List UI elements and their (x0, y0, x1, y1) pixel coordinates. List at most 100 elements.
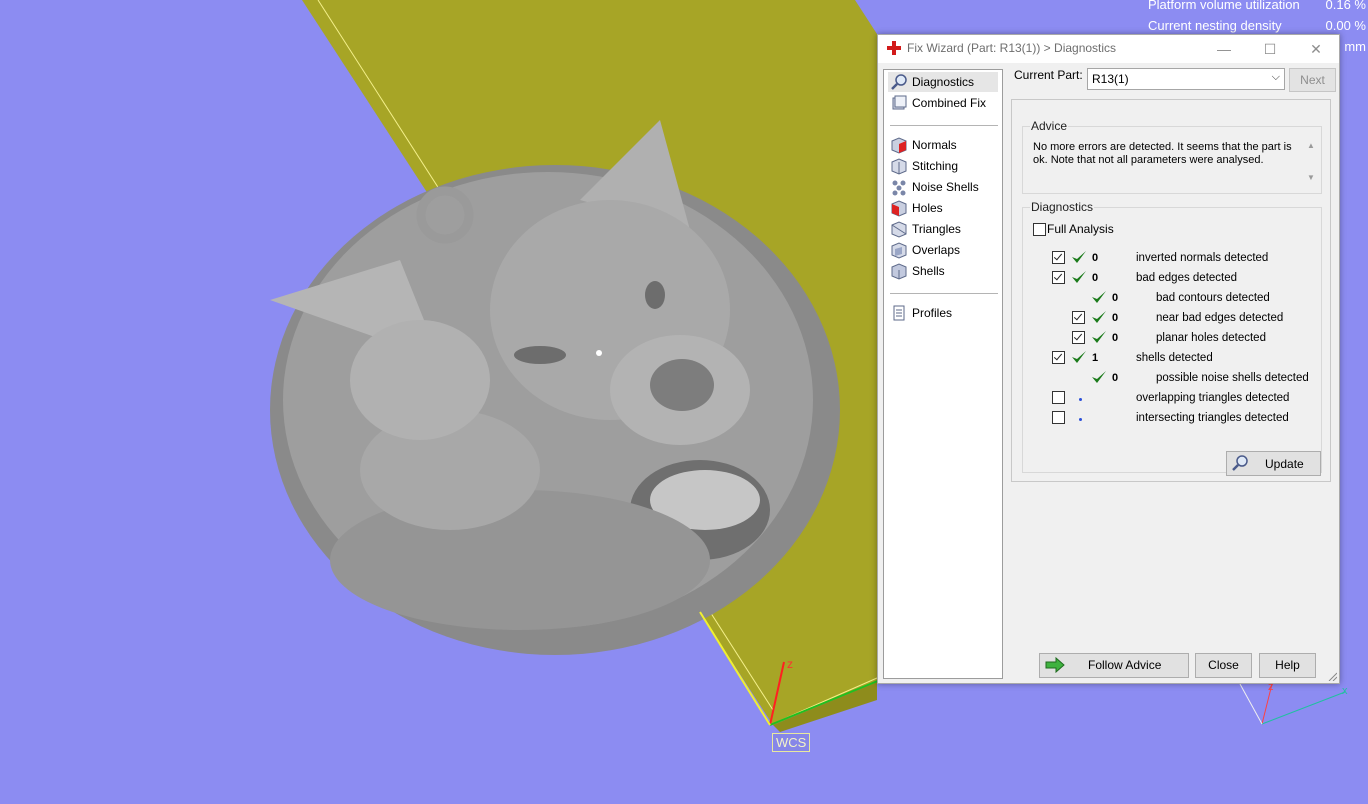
diagnostic-count: 1 (1092, 352, 1099, 364)
update-button[interactable]: Update (1226, 451, 1321, 476)
profiles-icon (893, 305, 905, 321)
dialog-titlebar[interactable]: Fix Wizard (Part: R13(1)) > Diagnostics … (878, 35, 1339, 63)
diagnostic-checkbox[interactable] (1052, 271, 1065, 284)
full-analysis-checkbox[interactable] (1033, 223, 1046, 236)
diagnostic-text: intersecting triangles detected (1136, 412, 1289, 424)
nav-label: Shells (912, 264, 945, 278)
current-part-label: Current Part: (1014, 68, 1083, 82)
check-mark-icon (1092, 291, 1106, 303)
nav-item-stitching[interactable]: Stitching (888, 156, 998, 176)
triangles-icon (891, 221, 907, 238)
diagnostic-row: 0 planar holes detected (1023, 331, 1321, 349)
nav-item-overlaps[interactable]: Overlaps (888, 240, 998, 260)
full-analysis-label: Full Analysis (1047, 222, 1114, 236)
overlaps-icon (891, 242, 907, 259)
close-window-button[interactable]: ✕ (1293, 35, 1339, 63)
diagnostic-checkbox[interactable] (1052, 411, 1065, 424)
noise-shells-icon (892, 180, 906, 196)
diagnostic-row: 0 bad contours detected (1023, 291, 1321, 309)
nav-item-shells[interactable]: Shells (888, 261, 998, 281)
diagnostic-text: shells detected (1136, 352, 1213, 364)
stat-row: Current nesting density 0.00 % (1148, 15, 1368, 36)
stat-label: Current nesting density (1148, 18, 1282, 33)
current-part-value: R13(1) (1092, 72, 1129, 86)
help-button[interactable]: Help (1259, 653, 1316, 678)
scroll-down-icon[interactable]: ▼ (1307, 173, 1315, 182)
nav-separator (890, 293, 998, 294)
check-mark-icon (1092, 331, 1106, 343)
check-mark-icon (1072, 251, 1086, 263)
nav-label: Overlaps (912, 243, 961, 257)
next-button[interactable]: Next (1289, 68, 1336, 92)
diagnostic-row: 1 shells detected (1023, 351, 1321, 369)
advice-text: No more errors are detected. It seems th… (1033, 141, 1292, 166)
nav-separator (890, 125, 998, 126)
follow-advice-button[interactable]: Follow Advice (1039, 653, 1189, 678)
stat-value: mm (1344, 39, 1366, 54)
axis-z-label: z (787, 657, 793, 671)
fix-wizard-dialog: Fix Wizard (Part: R13(1)) > Diagnostics … (877, 34, 1340, 684)
diagnostic-text: planar holes detected (1156, 332, 1266, 344)
nav-item-noise-shells[interactable]: Noise Shells (888, 177, 998, 197)
nav-label: Noise Shells (912, 180, 979, 194)
holes-icon (891, 200, 907, 217)
diagnostic-count: 0 (1112, 312, 1119, 324)
combined-fix-icon (892, 95, 907, 110)
arrow-right-icon (1045, 657, 1065, 673)
nav-item-diagnostics[interactable]: Diagnostics (888, 72, 998, 92)
stat-row: Platform volume utilization 0.16 % (1148, 0, 1368, 15)
diagnostic-text: overlapping triangles detected (1136, 392, 1290, 404)
diagnostics-panel: Advice No more errors are detected. It s… (1011, 99, 1331, 482)
advice-legend: Advice (1030, 119, 1069, 133)
diagnostic-text: possible noise shells detected (1156, 372, 1309, 384)
stat-label: Platform volume utilization (1148, 0, 1300, 12)
chevron-down-icon: ⌵ (1271, 71, 1280, 83)
small-axis-x-label: x (1342, 685, 1348, 697)
diagnostic-checkbox[interactable] (1072, 331, 1085, 344)
advice-group: Advice No more errors are detected. It s… (1022, 119, 1322, 194)
magnifier-icon (1232, 455, 1248, 471)
nav-label: Triangles (912, 222, 961, 236)
nav-item-triangles[interactable]: Triangles (888, 219, 998, 239)
pending-dot-icon (1079, 398, 1082, 401)
current-part-select[interactable]: R13(1) ⌵ (1087, 68, 1285, 90)
pending-dot-icon (1079, 418, 1082, 421)
resize-grip-icon[interactable] (1327, 671, 1337, 681)
shells-icon (891, 263, 907, 280)
nav-item-holes[interactable]: Holes (888, 198, 998, 218)
diagnostic-text: inverted normals detected (1136, 252, 1269, 264)
nav-item-profiles[interactable]: Profiles (888, 303, 998, 323)
maximize-button[interactable]: ☐ (1247, 35, 1293, 63)
diagnostic-count: 0 (1092, 272, 1099, 284)
small-axis-gizmo: z x (1239, 681, 1348, 725)
diagnostic-count: 0 (1092, 252, 1099, 264)
diagnostic-row: 0 near bad edges detected (1023, 311, 1321, 329)
advice-scrollbar[interactable]: ▲ ▼ (1305, 138, 1319, 184)
stat-value: 0.00 % (1325, 18, 1366, 33)
diagnostic-count: 0 (1112, 372, 1119, 384)
diagnostic-row: intersecting triangles detected (1023, 411, 1321, 429)
diagnostic-count: 0 (1112, 292, 1119, 304)
normals-icon (891, 137, 907, 154)
diagnostic-text: near bad edges detected (1156, 312, 1284, 324)
diagnostic-checkbox[interactable] (1072, 311, 1085, 324)
diagnostics-group: Diagnostics Full Analysis 0 inverted norm… (1022, 200, 1322, 476)
diagnostic-checkbox[interactable] (1052, 251, 1065, 264)
check-mark-icon (1072, 351, 1086, 363)
nav-label: Profiles (912, 306, 953, 320)
diagnostic-checkbox[interactable] (1052, 351, 1065, 364)
close-button[interactable]: Close (1195, 653, 1252, 678)
diagnostic-row: 0 possible noise shells detected (1023, 371, 1321, 389)
minimize-button[interactable]: — (1201, 35, 1247, 63)
diagnostic-row: 0 inverted normals detected (1023, 251, 1321, 269)
nav-item-normals[interactable]: Normals (888, 135, 998, 155)
nav-item-combined-fix[interactable]: Combined Fix (888, 93, 998, 113)
stitching-icon (891, 158, 907, 175)
scroll-up-icon[interactable]: ▲ (1307, 141, 1315, 150)
check-mark-icon (1092, 371, 1106, 383)
diagnostic-row: 0 bad edges detected (1023, 271, 1321, 289)
diagnostic-checkbox[interactable] (1052, 391, 1065, 404)
wcs-label: WCS (772, 733, 811, 752)
nav-label: Holes (912, 201, 943, 215)
diagnostic-text: bad edges detected (1136, 272, 1238, 284)
